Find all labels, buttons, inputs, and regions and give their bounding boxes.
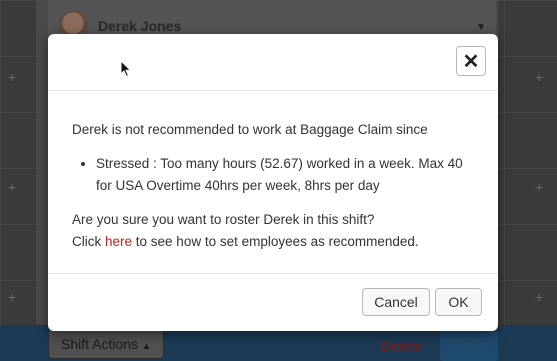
mouse-cursor-icon xyxy=(120,60,132,78)
dialog-body: Derek is not recommended to work at Bagg… xyxy=(48,91,498,253)
add-shift-icon: + xyxy=(535,179,544,195)
chevron-down-icon: ▼ xyxy=(476,22,486,33)
add-shift-icon: + xyxy=(8,289,17,305)
help-suffix: to see how to set employees as recommend… xyxy=(132,234,419,249)
dialog-footer: Cancel OK xyxy=(48,273,498,331)
add-shift-icon: + xyxy=(535,69,544,85)
help-prefix: Click xyxy=(72,234,105,249)
close-button[interactable]: ✕ xyxy=(456,46,486,76)
close-icon: ✕ xyxy=(462,50,480,73)
cancel-button[interactable]: Cancel xyxy=(362,288,430,316)
add-shift-icon: + xyxy=(535,289,544,305)
help-link[interactable]: here xyxy=(105,234,132,249)
reason-list: Stressed : Too many hours (52.67) worked… xyxy=(72,153,474,197)
shift-actions-label: Shift Actions xyxy=(61,336,139,352)
intro-text: Derek is not recommended to work at Bagg… xyxy=(72,122,428,137)
employee-name: Derek Jones xyxy=(98,18,182,34)
delete-button: Delete xyxy=(380,338,423,354)
save-button: Save xyxy=(440,329,498,361)
help-text: Click here to see how to set employees a… xyxy=(72,231,474,253)
ok-button[interactable]: OK xyxy=(435,288,482,316)
add-shift-icon: + xyxy=(8,69,17,85)
confirmation-dialog: ✕ Derek is not recommended to work at Ba… xyxy=(48,34,498,331)
dialog-header: ✕ xyxy=(48,34,498,91)
confirm-question: Are you sure you want to roster Derek in… xyxy=(72,212,375,227)
caret-up-icon: ▲ xyxy=(141,341,151,351)
reason-item: Stressed : Too many hours (52.67) worked… xyxy=(96,153,474,197)
shift-actions-button: Shift Actions ▲ xyxy=(48,329,164,359)
add-shift-icon: + xyxy=(8,179,17,195)
